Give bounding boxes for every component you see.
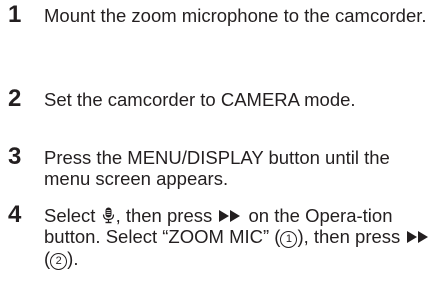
circled-number: 1 bbox=[280, 231, 298, 248]
fast-forward-icon bbox=[407, 231, 429, 243]
step-text-segment: ( bbox=[44, 248, 51, 269]
step-number: 3 bbox=[8, 143, 22, 170]
step-text: Press the MENU/DISPLAY button until the … bbox=[44, 147, 390, 189]
circled-number: 2 bbox=[50, 253, 68, 270]
step-text: Mount the zoom microphone to the camcord… bbox=[44, 5, 427, 26]
fast-forward-icon bbox=[219, 210, 241, 222]
instruction-steps: 1 Mount the zoom microphone to the camco… bbox=[0, 0, 443, 289]
step-text-segment: ). bbox=[67, 248, 79, 269]
microphone-menu-icon bbox=[102, 207, 114, 224]
step-text-segment: , then press bbox=[115, 205, 218, 226]
step-text-segment: ), then press bbox=[297, 226, 406, 247]
step-text-segment: Select bbox=[44, 205, 101, 226]
step-number: 2 bbox=[8, 85, 22, 112]
step-number: 1 bbox=[8, 1, 22, 28]
step-text: Select , then press on the Opera-tion bu… bbox=[44, 205, 440, 270]
step-text: Set the camcorder to CAMERA mode. bbox=[44, 89, 356, 110]
step-number: 4 bbox=[8, 201, 22, 228]
